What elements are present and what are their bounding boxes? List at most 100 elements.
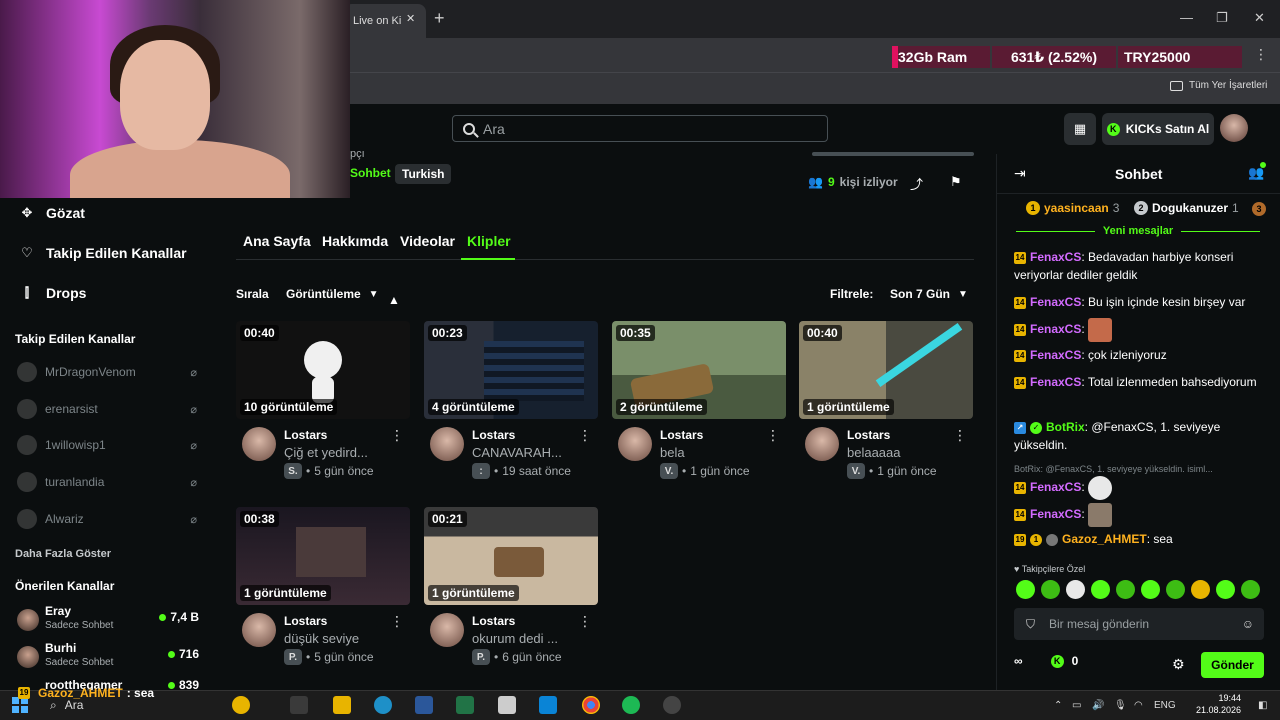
spotify-icon[interactable] — [622, 696, 640, 714]
all-bookmarks[interactable]: Tüm Yer İşaretleri — [1170, 80, 1267, 91]
excel-icon[interactable] — [456, 696, 474, 714]
chat-username[interactable]: FenaxCS — [1030, 348, 1081, 362]
leaderboard-item[interactable]: 2 Dogukanuzer 1 — [1134, 201, 1239, 215]
filter-dropdown[interactable]: Son 7 Gün ▼ — [880, 281, 978, 307]
kick-emote-icon[interactable] — [1091, 580, 1110, 599]
clip-author[interactable]: Lostars — [472, 614, 515, 628]
kick-emote-icon[interactable] — [1216, 580, 1235, 599]
collapse-chat-icon[interactable]: ⇥ — [1014, 165, 1026, 182]
author-avatar[interactable] — [805, 427, 839, 461]
show-more-link[interactable]: Daha Fazla Göster — [15, 548, 111, 560]
wifi-icon[interactable]: ◠ — [1134, 700, 1143, 711]
maximize-icon[interactable]: ❐ — [1216, 10, 1228, 26]
nav-browse[interactable]: ✥ Gözat — [20, 205, 85, 221]
clip-thumbnail[interactable]: 00:23 4 görüntüleme — [424, 321, 598, 419]
tab-clips[interactable]: Klipler — [467, 233, 511, 249]
more-options-icon[interactable]: ⋮ — [390, 613, 404, 630]
clip-card[interactable]: 00:38 1 görüntüleme Lostars düşük seviye… — [236, 507, 410, 667]
buy-kicks-button[interactable]: K KICKs Satın Al — [1102, 113, 1214, 145]
clip-title[interactable]: düşük seviye — [284, 631, 394, 646]
minimize-icon[interactable]: — — [1180, 10, 1193, 25]
send-button[interactable]: Gönder — [1201, 652, 1264, 678]
kick-emote-icon[interactable] — [1141, 580, 1160, 599]
clip-thumbnail[interactable]: 00:40 10 görüntüleme — [236, 321, 410, 419]
tab-close-icon[interactable]: ✕ — [406, 12, 415, 25]
chat-message-input[interactable]: ⛉ Bir mesaj gönderin ☺ — [1014, 608, 1264, 640]
nav-drops[interactable]: ⫿ Drops — [20, 285, 87, 301]
clip-thumbnail[interactable]: 00:38 1 görüntüleme — [236, 507, 410, 605]
author-avatar[interactable] — [430, 427, 464, 461]
category-tag[interactable]: Sohbet — [350, 166, 391, 180]
clip-author[interactable]: Lostars — [284, 614, 327, 628]
chat-username[interactable]: BotRix — [1046, 420, 1085, 434]
clip-thumbnail[interactable]: 00:35 2 görüntüleme — [612, 321, 786, 419]
kick-emote-icon[interactable] — [1066, 580, 1085, 599]
more-options-icon[interactable]: ⋮ — [390, 427, 404, 444]
mic-icon[interactable]: 🎙 — [1114, 700, 1127, 711]
kick-emote-icon[interactable] — [1116, 580, 1135, 599]
copilot-icon[interactable] — [232, 696, 250, 714]
price-extension[interactable]: 631₺ (2.52%) — [992, 46, 1116, 68]
more-options-icon[interactable]: ⋮ — [953, 427, 967, 444]
kick-emote-icon[interactable] — [1191, 580, 1210, 599]
clip-title[interactable]: Çiğ et yedird... — [284, 445, 394, 460]
word-icon[interactable] — [415, 696, 433, 714]
nav-following[interactable]: ♡ Takip Edilen Kanallar — [20, 245, 186, 261]
clip-thumbnail[interactable]: 00:21 1 görüntüleme — [424, 507, 598, 605]
recommended-item[interactable]: Burhi Sadece Sohbet 716 — [17, 641, 203, 675]
reply-preview[interactable]: BotRix: @FenaxCS, 1. seviyeye yükseldin.… — [1014, 464, 1272, 474]
store-icon[interactable] — [539, 696, 557, 714]
infinity-icon[interactable]: ∞ — [1014, 654, 1023, 668]
clip-title[interactable]: belaaaaa — [847, 445, 957, 460]
clip-title[interactable]: okurum dedi ... — [472, 631, 582, 646]
author-avatar[interactable] — [242, 427, 276, 461]
chat-username[interactable]: FenaxCS — [1030, 295, 1081, 309]
following-item[interactable]: MrDragonVenom ⌀ — [17, 360, 203, 384]
kick-emote-icon[interactable] — [1016, 580, 1035, 599]
more-options-icon[interactable]: ⋮ — [578, 427, 592, 444]
clip-card[interactable]: 00:40 10 görüntüleme Lostars Çiğ et yedi… — [236, 321, 410, 481]
new-tab-icon[interactable]: + — [434, 8, 445, 29]
tab-about[interactable]: Hakkımda — [322, 233, 388, 249]
kick-emote-icon[interactable] — [1041, 580, 1060, 599]
kick-emote-icon[interactable] — [1166, 580, 1185, 599]
clip-author[interactable]: Lostars — [660, 428, 703, 442]
author-avatar[interactable] — [618, 427, 652, 461]
gear-icon[interactable]: ⚙ — [1172, 656, 1185, 673]
sort-dropdown[interactable]: Görüntüleme ▼ — [276, 281, 389, 307]
clip-card[interactable]: 00:35 2 görüntüleme Lostars bela V. • 1 gü… — [612, 321, 786, 481]
dashboard-button[interactable]: ▦ — [1064, 113, 1096, 145]
author-avatar[interactable] — [242, 613, 276, 647]
network-icon[interactable]: ▭ — [1072, 700, 1081, 711]
edge-icon[interactable] — [374, 696, 392, 714]
following-item[interactable]: Alwariz ⌀ — [17, 507, 203, 531]
gift-icon[interactable]: ⚑ — [950, 174, 962, 190]
more-options-icon[interactable]: ⋮ — [578, 613, 592, 630]
chrome-icon[interactable] — [582, 696, 600, 714]
clip-card[interactable]: 00:23 4 görüntüleme Lostars CANAVARAH...… — [424, 321, 598, 481]
clip-author[interactable]: Lostars — [284, 428, 327, 442]
language-indicator[interactable]: ENG — [1154, 700, 1176, 711]
following-item[interactable]: 1willowisp1 ⌀ — [17, 433, 203, 457]
clip-card[interactable]: 00:21 1 görüntüleme Lostars okurum dedi … — [424, 507, 598, 667]
author-avatar[interactable] — [430, 613, 464, 647]
task-view-icon[interactable] — [290, 696, 308, 714]
chat-username[interactable]: FenaxCS — [1030, 507, 1081, 521]
obs-icon[interactable] — [663, 696, 681, 714]
volume-icon[interactable]: 🔊 — [1092, 700, 1104, 711]
clip-title[interactable]: bela — [660, 445, 770, 460]
search-input[interactable]: Ara — [452, 115, 828, 142]
share-icon[interactable]: ⤴ — [910, 174, 923, 193]
clip-author[interactable]: Lostars — [847, 428, 890, 442]
chat-username[interactable]: FenaxCS — [1030, 480, 1081, 494]
ram-extension[interactable]: 32Gb Ram — [892, 46, 990, 68]
close-window-icon[interactable]: ✕ — [1254, 10, 1265, 26]
chat-username[interactable]: Gazoz_AHMET — [1062, 532, 1147, 546]
clip-author[interactable]: Lostars — [472, 428, 515, 442]
clip-title[interactable]: CANAVARAH... — [472, 445, 582, 460]
clip-card[interactable]: 00:40 1 görüntüleme Lostars belaaaaa V. •… — [799, 321, 973, 481]
calculator-icon[interactable] — [498, 696, 516, 714]
following-item[interactable]: turanlandia ⌀ — [17, 470, 203, 494]
chat-username[interactable]: FenaxCS — [1030, 375, 1081, 389]
emoji-icon[interactable]: ☺ — [1242, 617, 1254, 631]
